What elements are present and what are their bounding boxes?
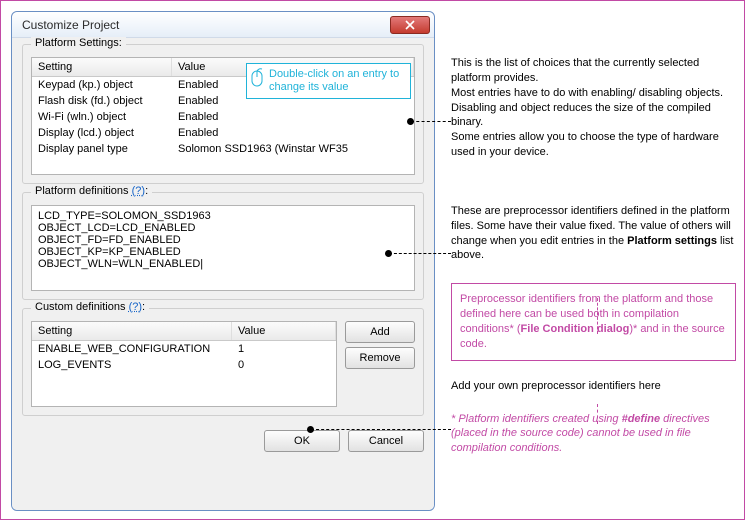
hint-text: Double-click on an entry to change its v… — [269, 68, 399, 93]
cell-setting: Display (lcd.) object — [32, 125, 172, 141]
table-row[interactable]: LOG_EVENTS 0 — [32, 357, 336, 373]
cell-setting: LOG_EVENTS — [32, 357, 232, 373]
titlebar: Customize Project — [12, 12, 434, 38]
connector-dot — [407, 118, 414, 125]
platform-definitions-group: Platform definitions (?): LCD_TYPE=SOLOM… — [22, 192, 424, 300]
connector-dot — [307, 426, 314, 433]
annotation-custom-definitions: Add your own preprocessor identifiers he… — [451, 379, 736, 394]
dialog-body: Platform Settings: Setting Value Keypad … — [12, 38, 434, 510]
cell-setting: Flash disk (fd.) object — [32, 93, 172, 109]
connector-dot — [385, 250, 392, 257]
grid-header: Setting Value — [32, 322, 336, 341]
annotation-preprocessor-box: Preprocessor identifiers from the platfo… — [451, 283, 736, 360]
table-row[interactable]: Display panel type Solomon SSD1963 (Wins… — [32, 141, 414, 157]
connector-line — [411, 121, 451, 122]
cell-value: Solomon SSD1963 (Winstar WF35 — [172, 141, 414, 157]
connector-line — [311, 429, 451, 430]
cancel-button[interactable]: Cancel — [348, 430, 424, 452]
cell-setting: Keypad (kp.) object — [32, 77, 172, 93]
cell-value: 0 — [232, 357, 336, 373]
col-setting-header: Setting — [32, 322, 232, 340]
ok-button[interactable]: OK — [264, 430, 340, 452]
doubleclick-hint: Double-click on an entry to change its v… — [246, 63, 411, 99]
close-button[interactable] — [390, 16, 430, 34]
platform-settings-label: Platform Settings: — [31, 37, 126, 49]
platform-definitions-text[interactable]: LCD_TYPE=SOLOMON_SSD1963 OBJECT_LCD=LCD_… — [31, 205, 415, 291]
custom-definitions-group: Custom definitions (?): Setting Value EN… — [22, 308, 424, 416]
annotation-platform-settings: This is the list of choices that the cur… — [451, 56, 736, 160]
custom-definitions-label: Custom definitions (?): — [31, 301, 149, 313]
remove-button[interactable]: Remove — [345, 347, 415, 369]
annotations: This is the list of choices that the cur… — [451, 11, 736, 456]
custom-definitions-grid[interactable]: Setting Value ENABLE_WEB_CONFIGURATION 1… — [31, 321, 337, 407]
cell-value: Enabled — [172, 125, 414, 141]
annotation-footnote: * Platform identifiers created using #de… — [451, 412, 736, 457]
cell-setting: Display panel type — [32, 141, 172, 157]
cell-setting: Wi-Fi (wln.) object — [32, 109, 172, 125]
dialog-title: Customize Project — [22, 18, 119, 32]
col-setting-header: Setting — [32, 58, 172, 76]
cell-setting: ENABLE_WEB_CONFIGURATION — [32, 341, 232, 357]
table-row[interactable]: ENABLE_WEB_CONFIGURATION 1 — [32, 341, 336, 357]
cell-value: Enabled — [172, 109, 414, 125]
help-link[interactable]: (?) — [132, 185, 145, 197]
close-icon — [405, 20, 415, 30]
col-value-header: Value — [232, 322, 336, 340]
table-row[interactable]: Display (lcd.) object Enabled — [32, 125, 414, 141]
table-row[interactable]: Wi-Fi (wln.) object Enabled — [32, 109, 414, 125]
add-button[interactable]: Add — [345, 321, 415, 343]
cell-value: 1 — [232, 341, 336, 357]
annotation-platform-definitions: These are preprocessor identifiers defin… — [451, 204, 736, 263]
mouse-icon — [251, 68, 265, 94]
help-link[interactable]: (?) — [129, 301, 142, 313]
connector-line — [389, 253, 451, 254]
platform-definitions-label: Platform definitions (?): — [31, 185, 152, 197]
